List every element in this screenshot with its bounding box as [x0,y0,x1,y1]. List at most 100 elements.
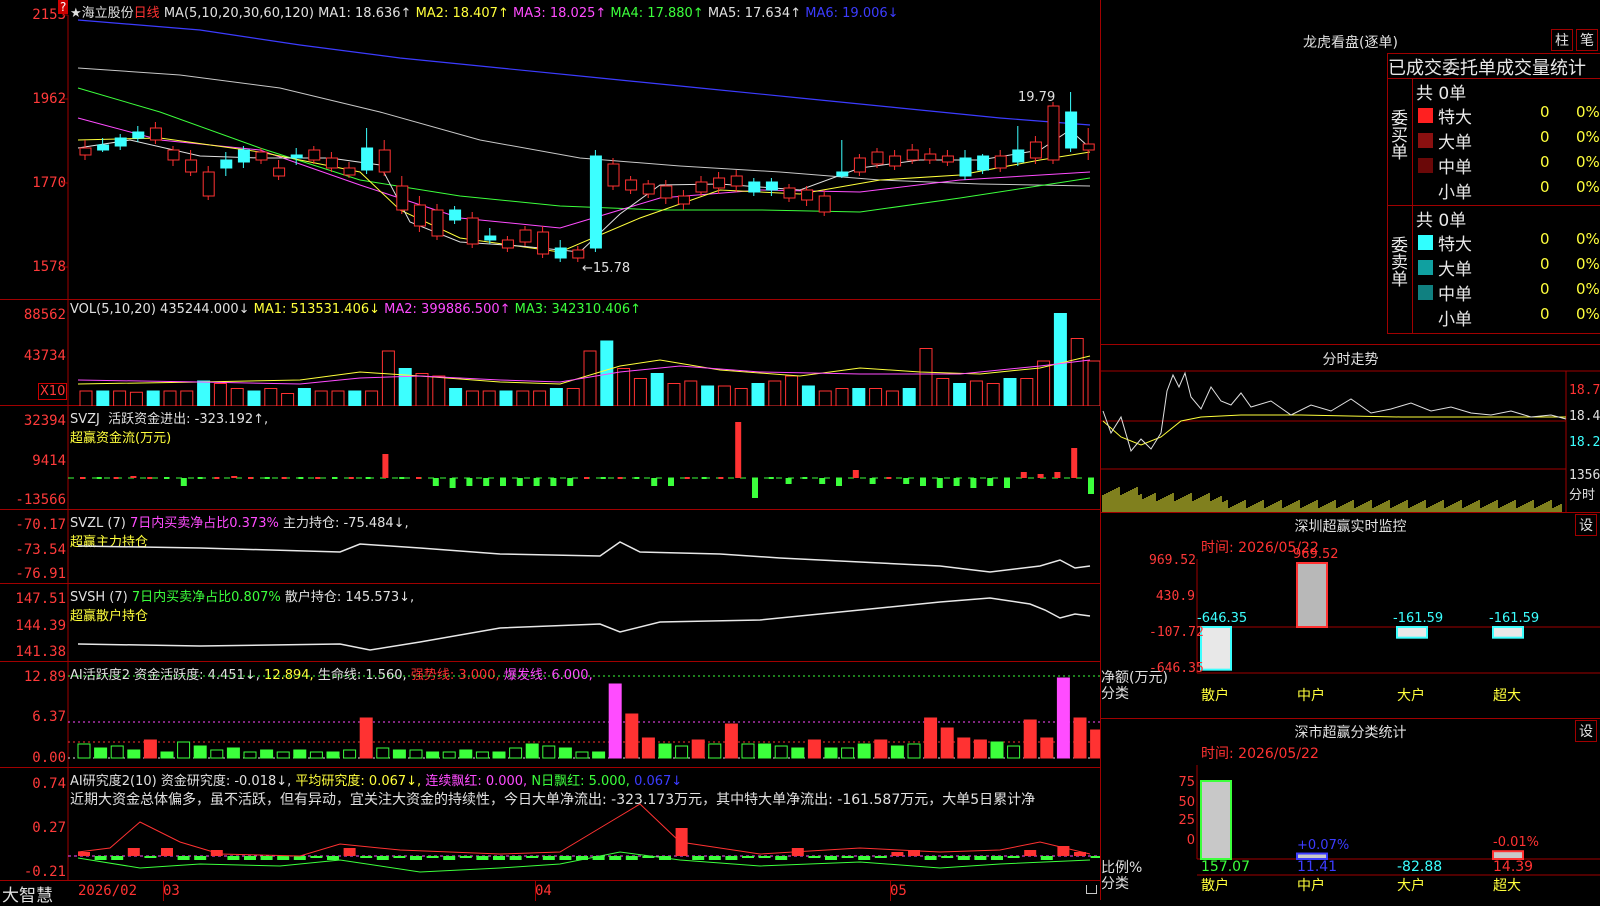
research-bar [94,856,107,860]
research-bar [244,856,256,860]
activity-bar [77,743,91,759]
activity-bar [1023,719,1037,759]
candle-body [501,239,514,249]
kline-chart[interactable] [0,0,1100,300]
activity-bar [1073,717,1087,759]
activity-bar [841,747,855,759]
candle-body [132,131,145,139]
volume-bar [885,390,899,406]
candle-body [237,149,250,163]
bar-view-button[interactable]: 柱 [1551,29,1573,51]
svzj-chart[interactable] [0,406,1100,510]
svsh-chart[interactable] [0,584,1100,662]
flow-tick [164,477,169,479]
ai-activity-pane[interactable]: 12.89 6.37 0.00 AI活跃度2 资金活跃度: 4.451↓, 12… [0,662,1100,768]
candle-body [801,189,814,201]
volume-bar [197,380,211,406]
research-bar [708,856,721,860]
research-bar [161,848,173,856]
lock-icon[interactable] [1086,885,1097,894]
flow-bar [836,478,842,486]
activity-bar [177,741,191,759]
svzl-chart[interactable] [0,510,1100,584]
volume-bar [247,390,261,406]
candle-group [79,92,1095,262]
svsh-pane[interactable]: 147.51 144.39 141.38 SVSH (7) 7日内买卖净占比0.… [0,584,1100,662]
dragon-tiger-panel[interactable]: 龙虎看盘(逐单) 柱 笔 已成交委托单成交量统计 委买单 共 0单 特大 0 0% 大… [1100,0,1600,344]
candle-body [625,179,638,191]
volume-bar [1003,378,1017,406]
sz-monitor-bar [1200,626,1232,671]
research-bar [542,856,555,860]
buy-row-count: 0 [1540,103,1550,121]
ai1-chart[interactable] [0,662,1100,768]
research-bar [78,852,90,856]
sz-monitor-panel[interactable]: 深圳超赢实时监控 设 时间: 2026/05/22 969.52 430.9 -10… [1100,512,1600,718]
flow-bar [987,478,994,486]
research-bar [426,856,439,858]
activity-bar [110,745,124,759]
research-bar [1040,856,1053,860]
volume-bar [667,383,681,406]
sz-monitor-category: 超大 [1493,688,1521,704]
volume-bar [701,385,715,406]
buy-row-pct: 0% [1576,153,1600,171]
ai-research-pane[interactable]: 0.74 0.27 -0.21 AI研究度2(10) 资金研究度: -0.018… [0,768,1100,880]
sell-total: 共 0单 [1416,211,1467,231]
intraday-chart[interactable] [1101,345,1600,513]
research-bar [144,856,157,858]
candle-body [853,157,866,173]
flow-bar [819,478,826,484]
flow-tick [113,477,119,479]
activity-bar [824,747,838,759]
candle-body [1082,143,1095,151]
volume-bar [986,383,1000,406]
volume-bar [566,388,580,406]
sz-class-panel[interactable]: 深市超赢分类统计 设 时间: 2026/05/22 75 50 25 0 157.07 散… [1100,718,1600,900]
intraday-price-high: 18.72 [1569,383,1600,398]
research-bar [874,856,887,858]
sell-side-label: 委卖单 [1387,236,1407,287]
date-tick-1 [163,881,164,901]
candle-body [343,167,356,176]
sell-row-name: 大单 [1438,260,1472,280]
svzl-pane[interactable]: -70.17 -73.54 -76.91 SVZL (7) 7日内买卖净占比0.… [0,510,1100,584]
flow-bar [852,470,859,478]
candle-body [537,231,550,255]
activity-bar [210,749,224,759]
sz-monitor-axis-label-2: 分类 [1101,686,1129,702]
candle-body [695,181,708,193]
research-bar [194,856,207,860]
flow-bar [651,478,658,486]
tick-view-button[interactable]: 笔 [1576,29,1598,51]
buy-row-count: 0 [1540,128,1550,146]
sz-monitor-bar-label: 969.52 [1293,547,1339,562]
research-bar [625,856,638,860]
volume-pane[interactable]: 88562 43734 X10 VOL(5,10,20) 435244.000↓… [0,300,1100,406]
research-bar [858,856,871,860]
research-bar [1024,850,1037,856]
flow-tick [584,477,589,479]
flow-tick [802,477,808,479]
candle-body [1029,141,1042,159]
volume-bar [549,388,563,406]
research-bar [393,856,406,858]
volume-bar [1087,360,1100,406]
volume-chart[interactable] [0,300,1100,406]
sz-class-bar [1200,780,1232,860]
volume-bar [734,388,748,406]
intraday-panel[interactable]: 分时走势 18.72 18.48 18.24 13561 分时 [1100,344,1600,513]
brand-logo: 大智慧 [2,886,53,906]
sz-class-y-label: 50 [1178,795,1195,810]
sz-monitor-bar-label: -161.59 [1393,611,1444,626]
date-label-1: 2026/02 [78,883,138,899]
sz-monitor-category: 大户 [1397,688,1425,704]
kline-pane[interactable]: 2153 1962 1770 1578 ? ★海立股份日线 MA(5,10,20… [0,0,1100,300]
date-axis: 大智慧 2026/02 03 04 05 [0,880,1100,906]
svzj-pane[interactable]: 32394 9414 -13566 SVZJ 活跃资金进出: -323.192↑… [0,406,1100,510]
sell-row-count: 0 [1540,255,1550,273]
ai2-chart[interactable] [0,768,1100,880]
date-label-4: 05 [890,883,907,899]
flow-tick [80,477,85,479]
sz-class-y-label: 0 [1186,833,1195,848]
